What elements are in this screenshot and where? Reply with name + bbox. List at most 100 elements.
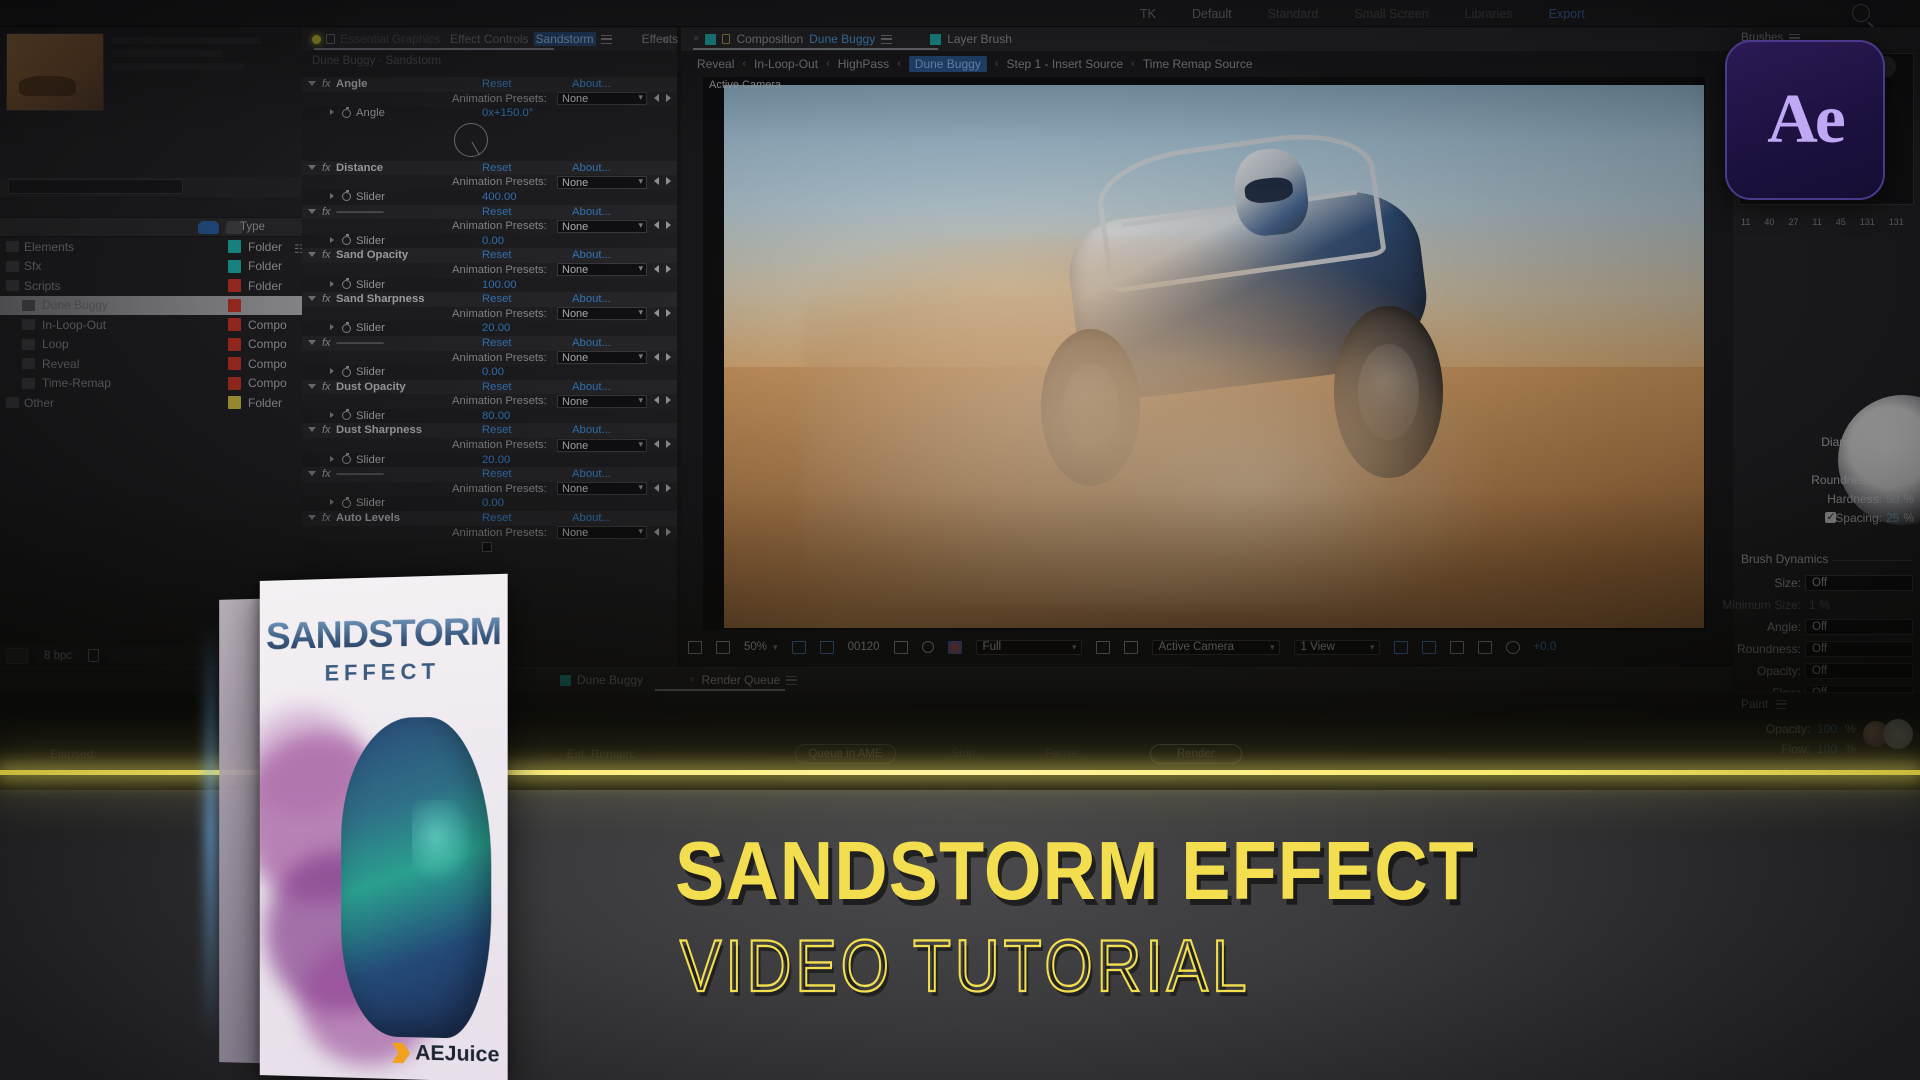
breadcrumb-item[interactable]: Step 1 - Insert Source [1007, 57, 1124, 71]
tab-effect-controls[interactable]: Effect Controls Sandstorm [450, 32, 612, 46]
breadcrumb-item[interactable]: In-Loop-Out [754, 57, 818, 71]
reset-link[interactable]: Reset [482, 293, 512, 305]
reset-link[interactable]: Reset [482, 206, 512, 218]
effect-parameter-row[interactable]: Slider 100.00 [302, 278, 677, 293]
take-snapshot-button[interactable] [887, 635, 915, 659]
disclosure-triangle-icon[interactable] [308, 164, 316, 173]
animation-presets-select[interactable]: None [557, 307, 647, 321]
animation-presets-select[interactable]: None [557, 482, 647, 496]
view-layout-select[interactable]: 1 View [1287, 635, 1387, 659]
effect-header-row[interactable]: fx ----------------- Reset About... [302, 204, 677, 220]
new-folder-icon[interactable] [107, 648, 168, 663]
effect-parameter-row[interactable]: Slider 80.00 [302, 409, 677, 424]
project-item-row[interactable]: Dune Buggy Compo [0, 295, 302, 315]
timeline-button[interactable] [1443, 635, 1471, 659]
about-link[interactable]: About... [572, 424, 611, 436]
tab-render-queue[interactable]: × Render Queue [689, 673, 798, 687]
project-item-row[interactable]: Elements Folder ☷ [0, 237, 305, 257]
about-link[interactable]: About... [572, 206, 611, 218]
disclosure-triangle-icon[interactable] [330, 499, 334, 506]
effect-parameter-row[interactable]: Slider 400.00 [302, 190, 677, 205]
previous-preset-icon[interactable] [654, 527, 659, 536]
workspace-tab-small-screen[interactable]: Small Screen [1354, 7, 1428, 21]
field-value[interactable]: 100 [1817, 742, 1837, 756]
reset-link[interactable]: Reset [482, 512, 512, 524]
next-preset-icon[interactable] [666, 93, 671, 102]
workspace-tab-default[interactable]: Default [1192, 7, 1232, 21]
workspace-tab-tk[interactable]: TK [1140, 7, 1156, 21]
disclosure-triangle-icon[interactable] [308, 252, 316, 260]
reset-link[interactable]: Reset [482, 249, 512, 261]
reset-link[interactable]: Reset [482, 78, 512, 90]
disclosure-triangle-icon[interactable] [330, 236, 334, 243]
animation-presets-row[interactable]: Animation Presets: None [302, 91, 677, 107]
parameter-value[interactable]: 100.00 [482, 279, 517, 291]
stopwatch-icon[interactable] [342, 496, 351, 508]
disclosure-triangle-icon[interactable] [308, 383, 316, 392]
previous-preset-icon[interactable] [654, 396, 659, 405]
stopwatch-icon[interactable] [342, 321, 351, 333]
effect-parameter-row[interactable]: Slider 0.00 [302, 496, 677, 511]
project-item-row[interactable]: Reveal Compo [0, 354, 302, 374]
composition-tabbar[interactable]: × Composition Dune Buggy Layer Brush [681, 27, 1733, 51]
toggle-transparency-grid-button[interactable] [681, 635, 709, 659]
animation-presets-select[interactable]: None [557, 526, 647, 540]
toggle-viewer-quality-button[interactable] [709, 635, 737, 659]
stopwatch-icon[interactable] [342, 278, 351, 290]
disclosure-triangle-icon[interactable] [308, 471, 316, 479]
lock-icon[interactable] [722, 34, 731, 44]
next-preset-icon[interactable] [666, 483, 671, 492]
stopwatch-icon[interactable] [342, 409, 351, 421]
resolution-select[interactable]: Full [969, 635, 1089, 659]
composition-toolbar[interactable]: 50% ▾ 00120 Full Active Camera 1 Vi [681, 635, 1733, 659]
parameter-value[interactable]: 0.00 [482, 497, 504, 509]
field-value[interactable]: Off [1805, 663, 1913, 679]
show-channel-button[interactable] [941, 635, 969, 659]
project-item-row[interactable]: In-Loop-Out Compo [0, 315, 302, 335]
exposure-value-field[interactable]: +0.0 [1527, 635, 1564, 659]
tab-dune-buggy-timeline[interactable]: Dune Buggy [560, 673, 643, 687]
project-item-list[interactable]: Elements Folder ☷ Sfx Folder Scripts Folder Dun… [0, 237, 305, 413]
tab-composition-dune-buggy[interactable]: × Composition Dune Buggy [693, 32, 893, 46]
paint-panel-header[interactable]: Paint [1741, 697, 1788, 711]
stopwatch-icon[interactable] [342, 234, 351, 246]
brush-dynamics-fields[interactable]: Size: Off Minimum Size: 1 % Angle: Off Roundne… [1722, 572, 1920, 704]
previous-preset-icon[interactable] [654, 440, 659, 449]
pause-button[interactable]: Pause [1033, 745, 1090, 763]
about-link[interactable]: About... [572, 337, 611, 349]
lock-icon[interactable] [326, 34, 335, 44]
parameter-value[interactable]: 400.00 [482, 191, 517, 203]
effect-header-row[interactable]: fx ----------------- Reset About... [302, 335, 677, 351]
about-link[interactable]: About... [572, 381, 611, 393]
parameter-value[interactable]: 0.00 [482, 366, 504, 378]
new-comp-icon[interactable] [6, 647, 28, 664]
queue-in-ame-button[interactable]: Queue in AME [795, 744, 896, 764]
previous-preset-icon[interactable] [654, 264, 659, 273]
disclosure-triangle-icon[interactable] [308, 296, 316, 304]
comp-flowchart-button[interactable] [1471, 635, 1499, 659]
parameter-value[interactable]: 80.00 [482, 410, 510, 422]
panel-menu-icon[interactable] [1776, 699, 1788, 709]
reset-exposure-button[interactable] [1499, 635, 1527, 659]
fast-previews-button[interactable] [1415, 635, 1443, 659]
animation-presets-select[interactable]: None [557, 175, 647, 189]
next-preset-icon[interactable] [666, 352, 671, 361]
field-value[interactable]: Off [1805, 619, 1913, 635]
disclosure-triangle-icon[interactable] [308, 81, 316, 89]
brush-dynamic-minimumsize[interactable]: Minimum Size: 1 % [1722, 594, 1920, 616]
search-icon[interactable] [1852, 4, 1870, 22]
animation-presets-row[interactable]: Animation Presets: None [302, 350, 677, 366]
toggle-mask-button[interactable] [1089, 635, 1117, 659]
field-value[interactable]: Off [1805, 575, 1913, 591]
animation-presets-select[interactable]: None [557, 219, 647, 233]
effect-header-row[interactable]: fx Dust Opacity Reset About... [302, 379, 677, 395]
animation-presets-row[interactable]: Animation Presets: None [302, 394, 677, 409]
animation-presets-row[interactable]: Animation Presets: None [302, 306, 677, 322]
animation-presets-row[interactable]: Animation Presets: None [302, 262, 677, 278]
effect-header-row[interactable]: fx Dust Sharpness Reset About... [302, 423, 677, 439]
project-item-row[interactable]: Scripts Folder [0, 276, 302, 296]
previous-preset-icon[interactable] [654, 352, 659, 361]
next-preset-icon[interactable] [666, 264, 671, 273]
about-link[interactable]: About... [572, 162, 611, 174]
parameter-value[interactable]: 20.00 [482, 454, 510, 466]
